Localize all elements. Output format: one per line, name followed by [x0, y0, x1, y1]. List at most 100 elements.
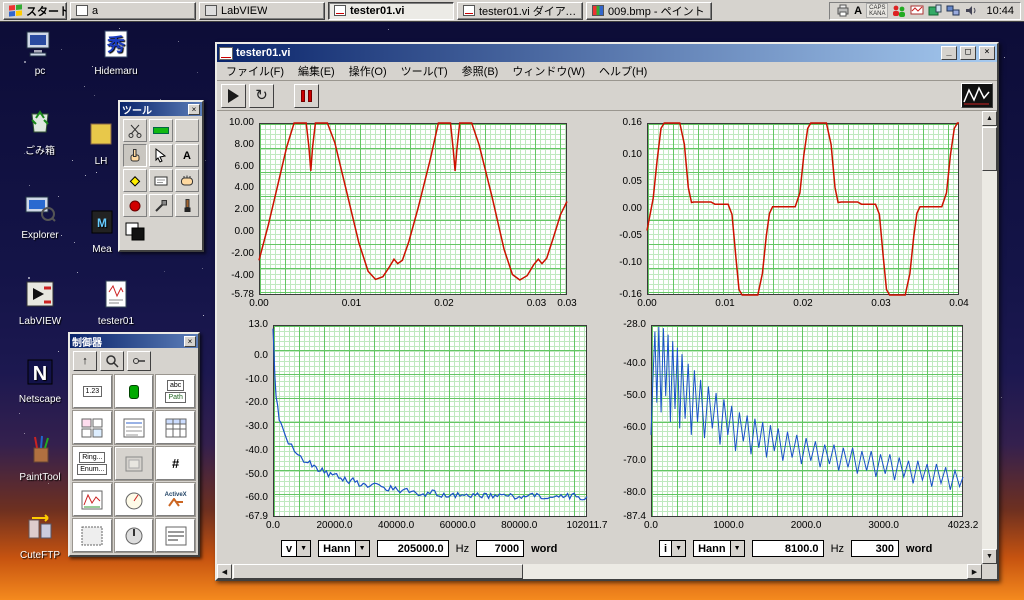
palette-array-matrix[interactable] — [72, 410, 113, 445]
x-tick-label: 0.01 — [341, 298, 362, 309]
tool-color-swatches[interactable] — [120, 220, 202, 250]
palette-refnum[interactable]: # — [155, 446, 196, 481]
controls-palette-titlebar[interactable]: 制御器 × — [70, 334, 198, 349]
volume-icon[interactable] — [964, 4, 978, 17]
palette-list[interactable] — [113, 410, 155, 445]
desktop-icon-painttool[interactable]: PaintTool — [8, 434, 72, 483]
taskbar-button-paint[interactable]: 009.bmp - ペイント — [586, 1, 712, 20]
palette-up-button[interactable]: ↑ — [73, 351, 97, 371]
menu-operate[interactable]: 操作(O) — [342, 61, 394, 81]
palette-ring-enum[interactable]: Ring... Enum... — [72, 446, 113, 481]
desktop-icon-explorer[interactable]: Explorer — [8, 192, 72, 241]
hscroll-thumb[interactable] — [233, 564, 523, 579]
tool-color-brush[interactable] — [175, 194, 199, 217]
palette-numeric[interactable]: 1.23 — [72, 374, 113, 409]
channel-ring-left[interactable]: v ▼ — [281, 540, 312, 557]
tool-probe[interactable] — [123, 169, 147, 192]
scroll-left-icon[interactable]: ◀ — [217, 564, 232, 579]
palette-pin-button[interactable] — [127, 351, 151, 371]
palette-activex[interactable]: ActiveX — [155, 482, 196, 517]
text-tool-icon: A — [183, 149, 191, 162]
palette-boolean[interactable] — [113, 374, 155, 409]
menu-file[interactable]: ファイル(F) — [219, 61, 291, 81]
palette-graph[interactable] — [72, 482, 113, 517]
tool-position-select[interactable] — [149, 144, 173, 167]
users-tray-icon[interactable] — [892, 4, 906, 17]
sample-rate-field-left[interactable]: 205000.0 — [376, 540, 449, 557]
horizontal-scrollbar[interactable]: ◀ ▶ — [217, 564, 982, 579]
run-button[interactable] — [221, 83, 246, 108]
window-function-ring-right[interactable]: Hann ▼ — [693, 540, 745, 557]
chart-series — [272, 328, 588, 501]
desktop-icon-recycle[interactable]: ごみ箱 — [8, 104, 72, 157]
y-tick-label: 4.00 — [234, 182, 254, 194]
chart-series — [258, 122, 568, 281]
menu-edit[interactable]: 編集(E) — [291, 61, 342, 81]
taskbar-button-labview[interactable]: LabVIEW — [199, 1, 325, 20]
vertical-scrollbar[interactable]: ▲ ▼ — [982, 111, 997, 564]
minimize-button[interactable]: _ — [941, 46, 957, 60]
palette-string[interactable]: abc Path — [155, 374, 196, 409]
tool-edit-text[interactable]: A — [175, 144, 199, 167]
caps-kana-indicator[interactable]: CAPS KANA — [866, 3, 889, 18]
scroll-up-icon[interactable]: ▲ — [982, 111, 997, 126]
taskbar-button-a[interactable]: a — [70, 1, 196, 20]
vscroll-thumb[interactable] — [982, 127, 997, 171]
sample-rate-field-right[interactable]: 8100.0 — [751, 540, 824, 557]
tool-empty[interactable] — [175, 119, 199, 142]
monitor-tray-icon[interactable] — [910, 4, 924, 17]
tools-palette-titlebar[interactable]: ツール × — [120, 102, 202, 117]
close-icon[interactable]: × — [188, 103, 200, 115]
taskbar-button-tester01[interactable]: tester01.vi — [328, 1, 454, 20]
y-tick-label: -40.0 — [245, 444, 268, 456]
pause-button[interactable] — [294, 83, 319, 108]
desktop-icon-pc[interactable]: pc — [8, 28, 72, 77]
menu-help[interactable]: ヘルプ(H) — [592, 61, 654, 81]
vi-window-icon — [219, 46, 233, 60]
tool-auto-select[interactable] — [149, 119, 173, 142]
close-icon[interactable]: × — [184, 335, 196, 347]
word-count-field-right[interactable]: 300 — [851, 540, 900, 557]
tool-label[interactable] — [149, 169, 173, 192]
printer-icon[interactable] — [836, 4, 850, 17]
taskbar-button-tester01-diagram[interactable]: tester01.vi ダイアグ... — [457, 1, 583, 20]
tool-scissors[interactable] — [123, 119, 147, 142]
desktop-icon-netscape[interactable]: N Netscape — [8, 356, 72, 405]
channel-ring-right[interactable]: i ▼ — [659, 540, 687, 557]
desktop-icon-labview[interactable]: LabVIEW — [8, 278, 72, 327]
desktop-icon-hidemaru[interactable]: 秀 Hidemaru — [84, 28, 148, 77]
x-tick-label: 0.0 — [266, 520, 280, 531]
palette-menu[interactable] — [155, 518, 196, 553]
palette-container[interactable] — [72, 518, 113, 553]
palette-gauge[interactable] — [113, 482, 155, 517]
menu-browse[interactable]: 参照(B) — [455, 61, 506, 81]
menu-window[interactable]: ウィンドウ(W) — [505, 61, 592, 81]
ime-indicator[interactable]: A — [854, 5, 862, 17]
menu-tools[interactable]: ツール(T) — [394, 61, 455, 81]
scanner-tray-icon[interactable] — [928, 4, 942, 17]
scroll-right-icon[interactable]: ▶ — [967, 564, 982, 579]
palette-decorations[interactable] — [113, 446, 155, 481]
painttool-icon — [33, 435, 49, 463]
palette-search-button[interactable] — [100, 351, 124, 371]
start-button[interactable]: スタート — [3, 1, 67, 20]
close-button[interactable]: × — [979, 46, 995, 60]
tool-scroll[interactable] — [175, 169, 199, 192]
desktop-icon-tester01[interactable]: tester01 — [84, 278, 148, 327]
palette-table[interactable] — [155, 410, 196, 445]
maximize-button[interactable]: □ — [960, 46, 976, 60]
chevron-down-icon: ▼ — [729, 541, 744, 556]
y-tick-label: 10.00 — [228, 117, 254, 128]
tool-color-copy[interactable] — [149, 194, 173, 217]
tool-breakpoint[interactable] — [123, 194, 147, 217]
start-label: スタート — [26, 5, 67, 18]
network-tray-icon[interactable] — [946, 4, 960, 17]
palette-dial[interactable] — [113, 518, 155, 553]
scroll-down-icon[interactable]: ▼ — [982, 549, 997, 564]
desktop-icon-cuteftp[interactable]: CuteFTP — [8, 512, 72, 561]
window-function-ring-left[interactable]: Hann ▼ — [318, 540, 370, 557]
word-count-field-left[interactable]: 7000 — [476, 540, 525, 557]
run-continuous-button[interactable]: ↻ — [249, 83, 274, 108]
window-titlebar[interactable]: tester01.vi _ □ × — [217, 44, 997, 62]
tool-operate-value[interactable] — [123, 144, 147, 167]
